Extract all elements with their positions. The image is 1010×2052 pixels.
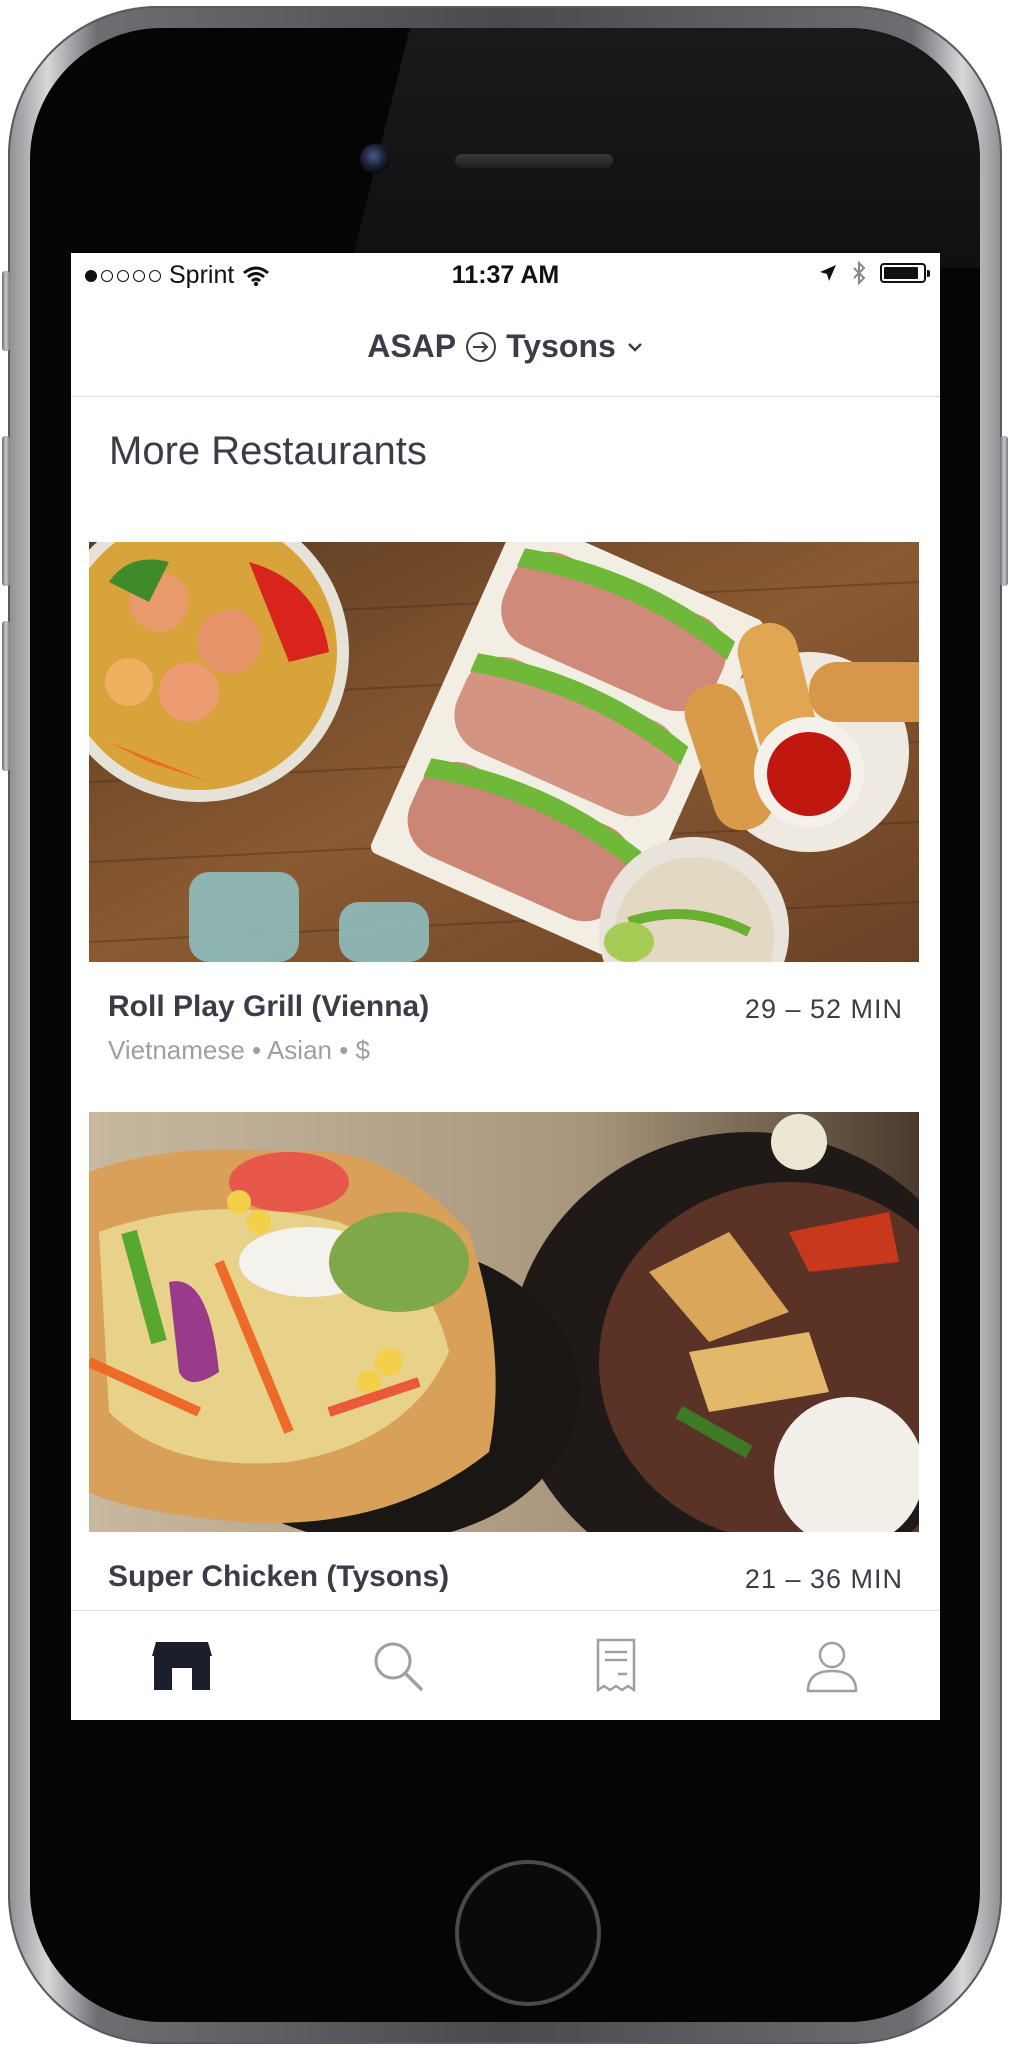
front-camera <box>360 144 390 174</box>
battery-icon <box>880 263 930 283</box>
delivery-location-selector[interactable]: ASAP Tysons <box>71 297 940 397</box>
bottom-tab-bar <box>71 1610 940 1720</box>
receipt-icon <box>596 1638 636 1693</box>
app-screen: Sprint 11:37 AM ASAP Tysons More Restaur… <box>71 253 940 1720</box>
restaurant-photo[interactable] <box>89 1112 919 1532</box>
glass-reflection <box>350 28 980 268</box>
tab-account[interactable] <box>792 1633 872 1699</box>
status-bar: Sprint 11:37 AM <box>71 253 940 297</box>
volume-up-button <box>2 436 10 586</box>
delivery-eta: 21 – 36 MIN <box>744 1564 903 1594</box>
status-time: 11:37 AM <box>451 261 560 289</box>
power-button <box>1000 436 1008 586</box>
tab-restaurants[interactable] <box>142 1633 222 1699</box>
restaurant-name[interactable]: Super Chicken (Tysons) <box>108 1560 449 1594</box>
earpiece-speaker <box>455 154 613 168</box>
store-icon <box>152 1642 212 1690</box>
section-title: More Restaurants <box>109 429 427 473</box>
mute-switch <box>2 271 10 351</box>
volume-down-button <box>2 621 10 771</box>
location-arrow-icon <box>820 265 836 281</box>
account-icon <box>806 1641 858 1693</box>
restaurant-name[interactable]: Roll Play Grill (Vienna) <box>108 990 429 1024</box>
tab-search[interactable] <box>358 1633 438 1699</box>
restaurant-cuisine-info: Vietnamese • Asian • $ <box>108 1035 370 1065</box>
tab-orders[interactable] <box>576 1633 656 1699</box>
bluetooth-icon <box>853 261 866 285</box>
chevron-down-icon <box>627 342 642 352</box>
delivery-location-label: Tysons <box>506 328 616 364</box>
restaurant-photo[interactable] <box>89 542 919 962</box>
arrow-right-circle-icon <box>466 331 497 362</box>
delivery-time-label: ASAP <box>367 328 457 364</box>
delivery-eta: 29 – 52 MIN <box>744 994 903 1024</box>
home-button[interactable] <box>455 1860 601 2006</box>
search-icon <box>374 1642 423 1691</box>
